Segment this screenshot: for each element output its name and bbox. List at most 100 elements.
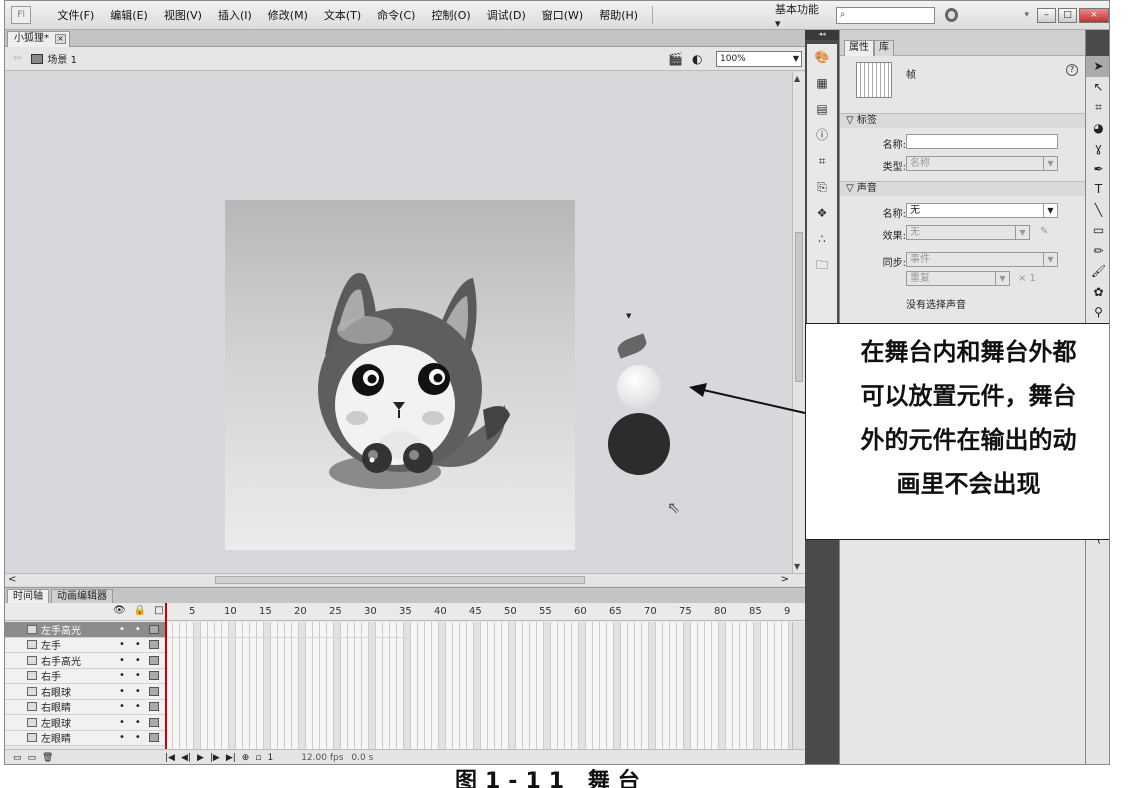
tab-properties[interactable]: 属性	[844, 40, 874, 56]
lock-icon[interactable]: 🔒	[134, 605, 146, 616]
last-frame-icon[interactable]: ▶|	[226, 753, 236, 763]
layer-visibility-dots[interactable]: ••	[119, 639, 151, 650]
layer-outline-box[interactable]	[149, 686, 159, 696]
close-button[interactable]: ×	[1078, 7, 1109, 23]
frame-rate[interactable]: 12.00 fps	[301, 753, 343, 763]
repeat-count[interactable]: × 1	[1018, 273, 1036, 284]
selection-tool-icon[interactable]: ➤	[1086, 56, 1109, 77]
delete-layer-icon[interactable]: 🗑	[42, 753, 53, 763]
scroll-up-icon[interactable]: ▲	[794, 74, 800, 83]
menu-text[interactable]: 文本(T)	[316, 7, 369, 23]
layer-row[interactable]: 左眼睛 ••	[5, 730, 165, 746]
edit-symbols-icon[interactable]: ◐	[692, 52, 708, 66]
menu-help[interactable]: 帮助(H)	[591, 7, 646, 23]
menu-insert[interactable]: 插入(I)	[210, 7, 260, 23]
layer-outline-box[interactable]	[149, 640, 159, 650]
align-icon[interactable]: ▤	[807, 96, 837, 122]
search-input[interactable]: ⌕	[835, 6, 936, 24]
brush-icon[interactable]: 🖌	[1086, 261, 1109, 282]
menu-edit[interactable]: 编辑(E)	[102, 7, 156, 23]
code-snippets-icon[interactable]: ⎘	[807, 174, 837, 200]
layer-row[interactable]: 右手 ••	[5, 668, 165, 684]
stage[interactable]	[225, 200, 575, 550]
sync-select[interactable]: 事件 ▼	[906, 252, 1058, 267]
pen-icon[interactable]: ✒	[1086, 159, 1109, 180]
back-arrow-icon[interactable]: ⇦	[13, 53, 21, 64]
next-frame-icon[interactable]: |▶	[210, 753, 220, 763]
layer-visibility-dots[interactable]: ••	[119, 732, 151, 743]
layer-outline-box[interactable]	[149, 702, 159, 712]
motion-presets-icon[interactable]: ∴	[807, 226, 837, 252]
zoom-select[interactable]: 100% ▼	[716, 51, 802, 67]
menu-view[interactable]: 视图(V)	[156, 7, 210, 23]
text-tool-icon[interactable]: T	[1086, 179, 1109, 200]
layer-visibility-dots[interactable]: ••	[119, 655, 151, 666]
layer-visibility-dots[interactable]: ••	[119, 670, 151, 681]
menu-modify[interactable]: 修改(M)	[260, 7, 316, 23]
info-icon[interactable]: ⓘ	[807, 122, 837, 148]
tab-motion-editor[interactable]: 动画编辑器	[51, 589, 113, 604]
pencil-icon[interactable]: ✏	[1086, 241, 1109, 262]
layer-row[interactable]: 左眼球 ••	[5, 715, 165, 731]
layer-visibility-dots[interactable]: ••	[119, 717, 151, 728]
3d-rotation-icon[interactable]: ◕	[1086, 118, 1109, 139]
scene-label[interactable]: 场景 1	[47, 51, 77, 66]
tab-timeline[interactable]: 时间轴	[7, 589, 49, 604]
playhead[interactable]	[165, 603, 167, 749]
effect-select[interactable]: 无 ▼	[906, 225, 1030, 240]
subselection-tool-icon[interactable]: ↖	[1086, 77, 1109, 98]
first-frame-icon[interactable]: |◀	[165, 753, 175, 763]
stage-horizontal-scrollbar[interactable]: < >	[5, 573, 805, 586]
bone-icon[interactable]: ⚲	[1086, 302, 1109, 323]
new-layer-icon[interactable]: ▭	[13, 753, 22, 763]
window-menu-dropdown-icon[interactable]: ▾	[1024, 10, 1029, 20]
tab-library[interactable]: 库	[874, 40, 894, 56]
menu-commands[interactable]: 命令(C)	[369, 7, 423, 23]
layer-outline-box[interactable]	[149, 624, 159, 634]
project-icon[interactable]: 🗀	[807, 252, 837, 278]
label-name-input[interactable]	[906, 134, 1058, 149]
free-transform-icon[interactable]: ⌗	[1086, 97, 1109, 118]
repeat-select[interactable]: 重复 ▼	[906, 271, 1010, 286]
scroll-left-icon[interactable]: <	[8, 574, 16, 585]
line-tool-icon[interactable]: ╲	[1086, 200, 1109, 221]
layer-row[interactable]: 右手高光 ••	[5, 653, 165, 669]
edit-scene-icon[interactable]: 🎬	[668, 52, 684, 66]
frame-row[interactable]	[165, 622, 411, 638]
sound-name-select[interactable]: 无 ▼	[906, 203, 1058, 218]
play-icon[interactable]: ▶	[197, 753, 204, 763]
scroll-thumb[interactable]	[795, 232, 803, 382]
scroll-down-icon[interactable]: ▼	[794, 562, 800, 571]
layer-visibility-dots[interactable]: ••	[119, 624, 151, 635]
edit-pencil-icon[interactable]: ✎	[1040, 226, 1048, 237]
layer-visibility-dots[interactable]: ••	[119, 686, 151, 697]
color-icon[interactable]: 🎨	[807, 44, 837, 70]
layer-visibility-dots[interactable]: ••	[119, 701, 151, 712]
menu-control[interactable]: 控制(O)	[423, 7, 478, 23]
scroll-right-icon[interactable]: >	[781, 574, 789, 585]
eye-icon[interactable]: 👁	[113, 605, 126, 616]
swatches-icon[interactable]: ▦	[807, 70, 837, 96]
workspace-switcher[interactable]: 基本功能 ▾	[775, 1, 824, 30]
close-tab-icon[interactable]: ×	[55, 34, 66, 44]
lasso-icon[interactable]: ɣ	[1086, 138, 1109, 159]
components-icon[interactable]: ❖	[807, 200, 837, 226]
minimize-button[interactable]: –	[1036, 7, 1056, 23]
offstage-eyeball-symbol[interactable]	[617, 365, 661, 409]
layer-outline-box[interactable]	[149, 717, 159, 727]
offstage-leaf-symbol[interactable]	[615, 333, 649, 359]
layer-row[interactable]: 左手 ••	[5, 637, 165, 653]
scroll-thumb[interactable]	[215, 576, 585, 584]
layer-row[interactable]: 左手高光 ••	[5, 622, 165, 638]
onion-skin-icon[interactable]: ▫	[255, 753, 261, 763]
collapse-icon[interactable]: ◂◂	[805, 30, 839, 40]
maximize-button[interactable]: □	[1057, 7, 1077, 23]
document-tab[interactable]: 小狐狸* ×	[7, 31, 70, 47]
frame-ruler[interactable]: 5 10 15 20 25 30 35 40 45 50 55 60 65 70 75 80 85 9	[165, 603, 792, 621]
frame-grid[interactable]	[165, 622, 792, 749]
cs-live-icon[interactable]	[945, 8, 959, 22]
timeline-scrollbar[interactable]	[792, 622, 805, 749]
stage-vertical-scrollbar[interactable]: ▲ ▼	[792, 72, 805, 573]
new-folder-icon[interactable]: ▭	[28, 753, 37, 763]
outline-icon[interactable]: □	[154, 605, 163, 616]
